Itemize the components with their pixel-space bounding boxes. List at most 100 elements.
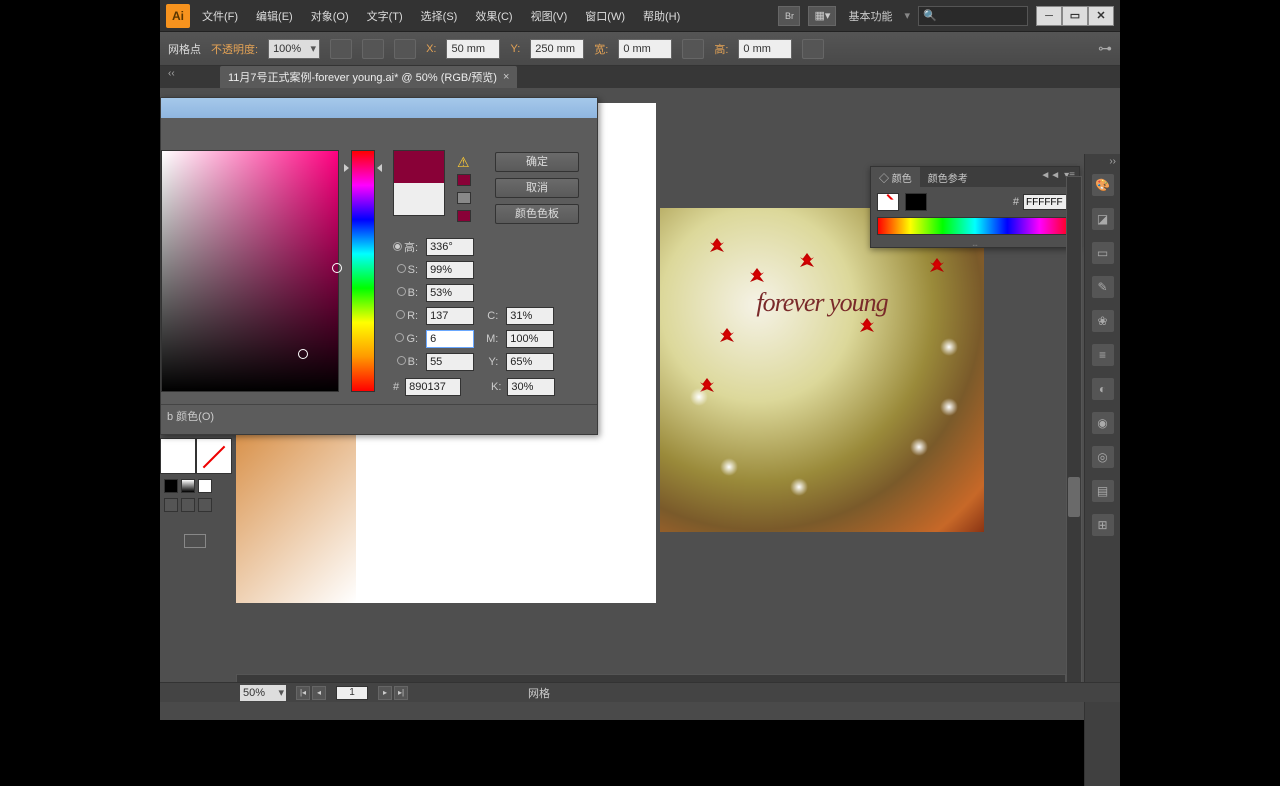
c-input[interactable]	[506, 307, 554, 325]
cancel-button[interactable]: 取消	[495, 178, 579, 198]
b2-radio[interactable]	[397, 356, 406, 365]
transparency-panel-icon[interactable]: ◐	[1092, 378, 1114, 400]
align-panel-icon[interactable]: ≡	[1092, 344, 1114, 366]
menu-object[interactable]: 对象(O)	[305, 5, 355, 27]
recolor-icon[interactable]	[362, 39, 384, 59]
g-radio[interactable]	[395, 333, 404, 342]
last-page-button[interactable]: ▸|	[394, 686, 408, 700]
color-mode-solid[interactable]	[164, 479, 178, 493]
bridge-button[interactable]: Br	[778, 6, 800, 26]
opacity-select[interactable]: 100%	[268, 39, 320, 59]
swatches-button[interactable]: 颜色色板	[495, 204, 579, 224]
artboards-panel-icon[interactable]: ⊞	[1092, 514, 1114, 536]
align-icon[interactable]	[394, 39, 416, 59]
k-input[interactable]	[507, 378, 555, 396]
stroke-swatch[interactable]	[196, 438, 232, 474]
bri-radio[interactable]	[397, 287, 406, 296]
isolate-icon[interactable]	[802, 39, 824, 59]
tab-close-icon[interactable]: ×	[503, 71, 509, 83]
y2-input[interactable]	[506, 353, 554, 371]
hex-input[interactable]	[405, 378, 461, 396]
menu-help[interactable]: 帮助(H)	[637, 5, 686, 27]
thumbnail-icon[interactable]	[184, 534, 206, 548]
workspace-dropdown-icon[interactable]: ▾	[904, 9, 910, 22]
sat-input[interactable]	[426, 261, 474, 279]
menu-effect[interactable]: 效果(C)	[469, 5, 518, 27]
fill-color-swatch[interactable]	[877, 193, 899, 211]
gamut-warning-icon[interactable]: ⚠	[457, 154, 470, 171]
menu-view[interactable]: 视图(V)	[525, 5, 574, 27]
prev-page-button[interactable]: ◂	[312, 686, 326, 700]
nearest-swatch[interactable]	[457, 210, 471, 222]
h-input[interactable]: 0 mm	[738, 39, 792, 59]
workspace-label[interactable]: 基本功能	[844, 8, 896, 24]
menu-file[interactable]: 文件(F)	[196, 5, 244, 27]
color-picker-titlebar[interactable]	[161, 98, 597, 118]
appearance-panel-icon[interactable]: ◉	[1092, 412, 1114, 434]
swatches-panel-icon[interactable]: ◪	[1092, 208, 1114, 230]
bri-input[interactable]	[426, 284, 474, 302]
expand-controls-icon[interactable]: ⊶	[1098, 40, 1112, 57]
ok-button[interactable]: 确定	[495, 152, 579, 172]
color-tab[interactable]: ◇ 颜色	[871, 167, 920, 188]
screen-mode-icon-3[interactable]	[198, 498, 212, 512]
link-wh-icon[interactable]	[682, 39, 704, 59]
scrollbar-thumb[interactable]	[1068, 477, 1080, 517]
document-tab[interactable]: 11月7号正式案例-forever young.ai* @ 50% (RGB/预…	[220, 66, 517, 88]
vertical-scrollbar[interactable]	[1066, 176, 1082, 698]
hue-input[interactable]	[426, 238, 474, 256]
color-guide-tab[interactable]: 颜色参考	[920, 167, 976, 188]
screen-mode-icon[interactable]	[164, 498, 178, 512]
maximize-button[interactable]: ▭	[1062, 6, 1088, 26]
sb-cursor-1	[332, 263, 342, 273]
symbols-panel-icon[interactable]: ❀	[1092, 310, 1114, 332]
menu-window[interactable]: 窗口(W)	[579, 5, 631, 27]
dock-collapse-icon[interactable]: ››	[1109, 156, 1116, 167]
panel-collapse-icon[interactable]: ◄◄	[1040, 170, 1060, 181]
y-input[interactable]: 250 mm	[530, 39, 584, 59]
m-input[interactable]	[506, 330, 554, 348]
hex-label: #	[393, 381, 399, 393]
search-input[interactable]: 🔍	[918, 6, 1028, 26]
saturation-brightness-field[interactable]	[161, 150, 339, 392]
style-icon[interactable]	[330, 39, 352, 59]
zoom-select[interactable]: 50%	[240, 685, 286, 701]
screen-mode-icon-2[interactable]	[181, 498, 195, 512]
spectrum-bar[interactable]	[877, 217, 1073, 235]
menu-select[interactable]: 选择(S)	[415, 5, 464, 27]
stroke-panel-icon[interactable]: ▭	[1092, 242, 1114, 264]
brushes-panel-icon[interactable]: ✎	[1092, 276, 1114, 298]
web-safe-swatch[interactable]	[457, 174, 471, 186]
close-button[interactable]: ✕	[1088, 6, 1114, 26]
old-color-swatch[interactable]	[394, 183, 444, 215]
g-label: G:	[393, 333, 418, 345]
menu-edit[interactable]: 编辑(E)	[250, 5, 299, 27]
fill-swatch[interactable]	[160, 438, 196, 474]
panel-resize-grip[interactable]: ┄	[871, 241, 1079, 247]
tab-chevron-icon[interactable]: ‹‹	[168, 68, 175, 79]
layers-panel-icon[interactable]: ▤	[1092, 480, 1114, 502]
r-input[interactable]	[426, 307, 474, 325]
first-page-button[interactable]: |◂	[296, 686, 310, 700]
sat-radio[interactable]	[397, 264, 406, 273]
color-panel-icon[interactable]: 🎨	[1092, 174, 1114, 196]
color-mode-none[interactable]	[198, 479, 212, 493]
graphic-styles-panel-icon[interactable]: ◎	[1092, 446, 1114, 468]
web-colors-checkbox-label[interactable]: b 颜色(O)	[161, 404, 597, 424]
layout-menu[interactable]: ▦▾	[808, 6, 836, 26]
hue-slider[interactable]	[351, 150, 375, 392]
x-input[interactable]: 50 mm	[446, 39, 500, 59]
next-page-button[interactable]: ▸	[378, 686, 392, 700]
r-radio[interactable]	[396, 310, 405, 319]
minimize-button[interactable]: ─	[1036, 6, 1062, 26]
w-input[interactable]: 0 mm	[618, 39, 672, 59]
stroke-color-swatch[interactable]	[905, 193, 927, 211]
g-input[interactable]	[426, 330, 474, 348]
hue-radio[interactable]	[393, 242, 402, 251]
hex-hash-label: #	[1013, 196, 1019, 208]
cube-icon[interactable]	[457, 192, 471, 204]
menu-type[interactable]: 文字(T)	[361, 5, 409, 27]
color-mode-gradient[interactable]	[181, 479, 195, 493]
b2-input[interactable]	[426, 353, 474, 371]
page-input[interactable]	[336, 686, 368, 700]
